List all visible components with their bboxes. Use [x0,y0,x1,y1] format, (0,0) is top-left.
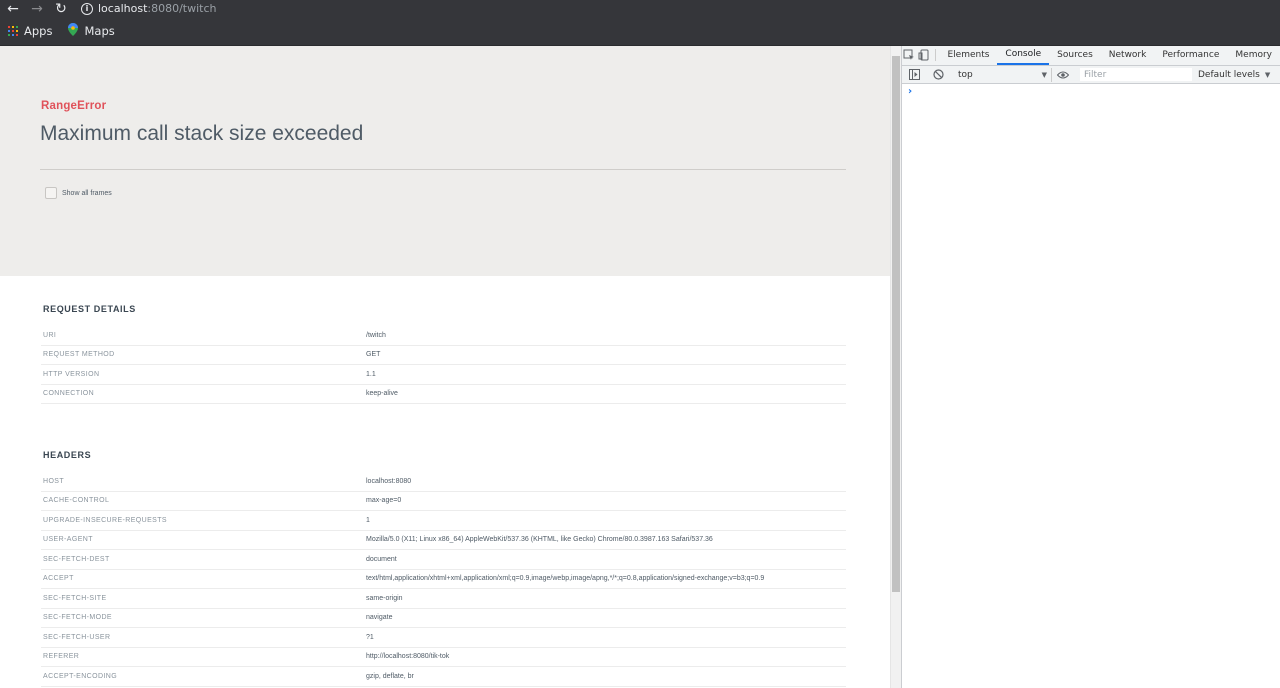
row-value: 1.1 [366,370,376,378]
devtools-tab-list: Elements Console Sources Network Performance… [939,45,1280,65]
row-key: HOST [43,477,65,485]
url-path: :8080/twitch [147,2,217,15]
row-key: CACHE-CONTROL [43,497,110,505]
headers-title: HEADERS [43,450,92,460]
row-value: ?1 [366,633,374,641]
console-prompt[interactable]: › [902,84,1280,98]
row-value: gzip, deflate, br [366,672,414,680]
back-arrow-icon[interactable]: ← [1,0,25,17]
table-row: SEC-FETCH-DEST document [41,550,846,570]
browser-toolbar: ← → ↻ i localhost:8080/twitch [0,0,1280,17]
divider [40,169,846,170]
table-row: REFERER http://localhost:8080/tik-tok [41,648,846,667]
row-key: SEC-FETCH-SITE [43,594,107,602]
row-value: localhost:8080 [366,477,412,485]
reload-icon[interactable]: ↻ [49,0,73,17]
context-selector-value: top [958,69,973,80]
table-row: HTTP VERSION 1.1 [41,365,846,385]
info-icon[interactable]: i [81,2,93,15]
page-scrollbar-thumb[interactable] [892,56,900,592]
devtools-tabbar: Elements Console Sources Network Performance… [902,46,1280,66]
row-value: document [366,555,397,563]
row-key: URI [43,331,57,339]
row-key: SEC-FETCH-USER [43,633,111,641]
tab-console[interactable]: Console [997,45,1050,65]
table-row: SEC-FETCH-USER ?1 [41,628,846,648]
url-host: localhost [98,2,148,15]
log-levels-dropdown[interactable]: Default levels ▼ [1198,70,1270,80]
bookmark-maps[interactable]: Maps [68,23,115,39]
row-value: navigate [366,614,393,622]
tab-elements[interactable]: Elements [939,45,997,65]
row-key: CONNECTION [43,390,95,398]
row-key: HTTP VERSION [43,370,100,378]
row-value: text/html,application/xhtml+xml,applicat… [366,575,765,583]
log-levels-label: Default levels [1198,69,1260,80]
request-details-table: URI/twitch REQUEST METHOD GET HTTP VERSION 1… [41,326,846,404]
show-all-frames-toggle[interactable]: Show all frames [45,187,112,199]
row-key: SEC-FETCH-MODE [43,614,112,622]
table-row: REQUEST METHOD GET [41,346,846,365]
row-value: /twitch [366,331,386,339]
bookmarks-bar: Apps Maps [0,17,1280,46]
table-row: HOST localhost:8080 [41,472,846,492]
headers-table: HOST localhost:8080 CACHE-CONTROL max-age=0… [41,472,846,687]
row-key: ACCEPT-ENCODING [43,672,118,680]
table-row: UPGRADE-INSECURE-REQUESTS 1 [41,511,846,531]
row-value: 1 [366,516,370,524]
row-key: REQUEST METHOD [43,351,115,359]
address-bar[interactable]: i localhost:8080/twitch [81,0,217,17]
show-all-frames-checkbox[interactable] [45,187,57,199]
table-row: ACCEPT text/html,application/xhtml+xml,ap… [41,570,846,589]
prompt-chevron-icon: › [908,85,913,97]
table-row: SEC-FETCH-SITE same-origin [41,589,846,609]
table-row: CONNECTION keep-alive [41,385,846,404]
table-row: ACCEPT-ENCODING gzip, deflate, br [41,667,846,687]
dropdown-arrow-icon: ▼ [1041,70,1047,79]
forward-arrow-icon[interactable]: → [25,0,49,17]
bookmark-apps[interactable]: Apps [8,24,52,38]
clear-console-icon[interactable] [926,65,950,85]
table-row: USER-AGENT Mozilla/5.0 (X11; Linux x86_64… [41,531,846,550]
row-value: Mozilla/5.0 (X11; Linux x86_64) AppleWeb… [366,536,713,544]
device-toolbar-icon[interactable] [916,45,930,65]
error-message: Maximum call stack size exceeded [40,122,364,145]
table-row: SEC-FETCH-MODE navigate [41,609,846,628]
bookmark-apps-label: Apps [24,24,53,38]
tab-performance[interactable]: Performance [1154,45,1227,65]
error-type: RangeError [41,100,107,112]
table-row: CACHE-CONTROL max-age=0 [41,492,846,511]
dropdown-arrow-icon: ▼ [1264,70,1271,79]
row-key: SEC-FETCH-DEST [43,555,110,563]
row-value: max-age=0 [366,497,402,505]
row-key: USER-AGENT [43,536,93,544]
tab-memory[interactable]: Memory [1227,45,1280,65]
context-selector[interactable]: top ▼ [954,67,1052,82]
row-key: UPGRADE-INSECURE-REQUESTS [43,516,167,524]
live-expression-eye-icon[interactable] [1052,65,1074,85]
row-key: REFERER [43,653,80,661]
console-toolbar: top ▼ Default levels ▼ [902,66,1280,84]
row-value: keep-alive [366,390,398,398]
maps-pin-icon [68,23,79,39]
error-page: RangeError Maximum call stack size excee… [0,46,890,688]
row-value: GET [366,351,381,359]
show-all-frames-label: Show all frames [62,189,112,197]
error-header: RangeError Maximum call stack size excee… [0,46,890,276]
request-details-title: REQUEST DETAILS [43,304,136,314]
toolbar-separator [934,49,936,61]
table-row: URI/twitch [41,326,846,346]
devtools-panel: Elements Console Sources Network Performance… [901,46,1280,688]
tab-sources[interactable]: Sources [1049,45,1101,65]
sidebar-toggle-icon[interactable] [902,65,926,85]
console-filter-input[interactable] [1080,68,1192,81]
row-key: ACCEPT [43,575,74,583]
apps-grid-icon [8,26,18,36]
row-value: http://localhost:8080/tik-tok [366,653,450,661]
bookmark-maps-label: Maps [84,24,115,38]
row-value: same-origin [366,594,403,602]
inspect-element-icon[interactable] [902,45,916,65]
tab-network[interactable]: Network [1101,45,1155,65]
